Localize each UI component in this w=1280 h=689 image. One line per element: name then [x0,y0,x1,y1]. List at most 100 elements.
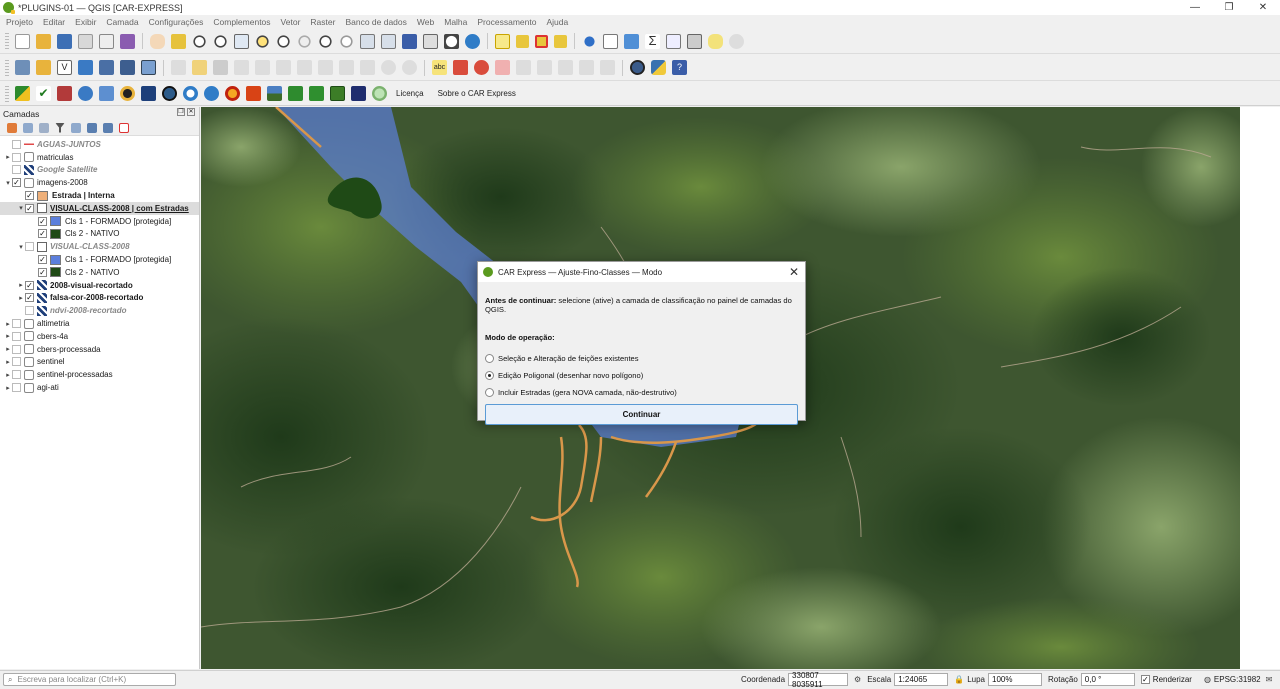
python-console-icon[interactable] [651,60,666,75]
cut-features-icon[interactable] [318,60,333,75]
menu-processamento[interactable]: Processamento [477,17,536,27]
layer-row[interactable]: ndvi-2008-recortado [0,304,199,317]
add-virtual-layer-icon[interactable] [120,60,135,75]
add-vector-tile-icon[interactable] [141,60,156,75]
globe-plugin-icon[interactable] [630,60,645,75]
layer-visibility-checkbox[interactable]: ✓ [25,280,34,290]
layer-visibility-checkbox[interactable] [12,139,21,149]
zoom-native-icon[interactable] [297,33,312,49]
layer-visibility-checkbox[interactable]: ✓ [38,229,47,239]
add-delimited-text-icon[interactable]: V [57,60,72,75]
layer-row[interactable]: ✓ Cls 2 - NATIVO [0,228,199,241]
car-globe-icon[interactable] [162,86,177,101]
decoration-icon[interactable] [729,33,744,49]
menu-editar[interactable]: Editar [43,17,65,27]
expand-arrow-icon[interactable]: ▸ [4,332,12,340]
digitize-icon[interactable] [234,60,249,75]
expand-all-icon[interactable] [87,122,97,133]
layer-labeling-icon[interactable] [453,60,468,75]
new-3d-view-icon[interactable] [381,33,396,49]
minimize-button[interactable]: — [1178,0,1212,15]
layer-visibility-checkbox[interactable]: ✓ [25,203,34,213]
layer-row[interactable]: Google Satellite [0,164,199,177]
dialog-close-icon[interactable]: ✕ [789,265,799,279]
show-hide-labels-icon[interactable] [579,60,594,75]
bookmarks-icon[interactable] [423,33,438,49]
current-edits-icon[interactable] [171,60,186,75]
expand-arrow-icon[interactable]: ▾ [4,179,12,187]
expand-arrow-icon[interactable]: ▸ [17,294,25,302]
zoom-in-icon[interactable] [192,33,207,49]
rotate-label-icon[interactable] [537,60,552,75]
add-wfs-icon[interactable] [99,60,114,75]
attribute-table-icon[interactable] [603,33,618,49]
menu-camada[interactable]: Camada [106,17,138,27]
car-chart-icon[interactable] [351,86,366,101]
open-project-icon[interactable] [36,33,51,49]
label-abc-icon[interactable]: abc [432,60,447,75]
crs-icon[interactable]: ◍ [1204,675,1211,684]
layer-row[interactable]: ▸ altimetria [0,317,199,330]
expand-arrow-icon[interactable]: ▸ [4,345,12,353]
mode-option-edicao-poligonal[interactable]: Edição Poligonal (desenhar novo polígono… [485,370,798,380]
layer-row[interactable]: ▾ ✓ imagens-2008 [0,176,199,189]
magnifier-spinbox[interactable]: 100% [988,673,1042,686]
car-forest-icon[interactable] [330,86,345,101]
delete-selected-icon[interactable] [297,60,312,75]
layer-visibility-checkbox[interactable]: ✓ [38,267,47,277]
car-shield-icon[interactable] [99,86,114,101]
layer-visibility-checkbox[interactable] [25,242,34,252]
add-group-icon[interactable] [23,122,33,133]
expand-arrow-icon[interactable]: ▸ [4,320,12,328]
pan-to-selection-icon[interactable] [171,33,186,49]
expand-arrow-icon[interactable]: ▸ [4,153,12,161]
print-layout-icon[interactable] [78,33,93,49]
menu-web[interactable]: Web [417,17,434,27]
car-fire-icon[interactable] [225,86,240,101]
car-search-icon[interactable] [183,86,198,101]
remove-layer-icon[interactable] [119,122,129,133]
layer-visibility-checkbox[interactable] [12,319,21,329]
layer-visibility-checkbox[interactable] [12,165,21,175]
coordinate-toggle-icon[interactable]: ⚙ [854,675,861,684]
refresh-icon[interactable] [465,33,480,49]
zoom-last-icon[interactable] [318,33,333,49]
car-network-icon[interactable] [78,86,93,101]
layer-visibility-checkbox[interactable]: ✓ [38,216,47,226]
label-props-icon[interactable] [600,60,615,75]
toggle-editing-icon[interactable] [192,60,207,75]
select-location-icon[interactable] [554,34,567,48]
layer-row[interactable]: ▾ VISUAL-CLASS-2008 [0,240,199,253]
layer-row[interactable]: ▾ ✓ VISUAL-CLASS-2008 | com Estradas [0,201,199,215]
undo-icon[interactable] [381,60,396,75]
expand-arrow-icon[interactable]: ▸ [4,358,12,366]
car-terrain-icon[interactable] [141,86,156,101]
license-link[interactable]: Licença [396,89,424,98]
multi-edit-icon[interactable] [276,60,291,75]
coordinate-field[interactable]: 330807 8035911 [788,671,849,689]
filter-expression-icon[interactable] [71,122,81,133]
menu-ajuda[interactable]: Ajuda [546,17,568,27]
crs-button[interactable]: EPSG:31982 [1214,675,1261,684]
expand-arrow-icon[interactable]: ▸ [4,371,12,379]
car-check-icon[interactable]: ✔ [36,86,51,101]
layer-visibility-checkbox[interactable] [12,344,21,354]
menu-complementos[interactable]: Complementos [213,17,270,27]
locator-search-input[interactable]: ⌕ Escreva para localizar (Ctrl+K) [3,673,176,686]
layer-row[interactable]: ▸ cbers-processada [0,343,199,356]
layer-visibility-checkbox[interactable]: ✓ [25,293,34,303]
scale-combobox[interactable]: 1:24065 [894,673,949,686]
layer-visibility-checkbox[interactable] [12,370,21,380]
new-project-icon[interactable] [15,33,30,49]
layer-visibility-checkbox[interactable] [12,152,21,162]
pan-hand-icon[interactable] [150,33,165,49]
save-edits-icon[interactable] [213,60,228,75]
map-tips-icon[interactable] [708,33,723,49]
layer-visibility-checkbox[interactable]: ✓ [38,255,47,265]
car-target-icon[interactable] [372,86,387,101]
style-manager-icon[interactable] [120,33,135,49]
menu-projeto[interactable]: Projeto [6,17,33,27]
layer-row[interactable]: ▸ sentinel-processadas [0,368,199,381]
expand-arrow-icon[interactable]: ▾ [17,243,25,251]
zoom-full-icon[interactable] [234,33,249,49]
